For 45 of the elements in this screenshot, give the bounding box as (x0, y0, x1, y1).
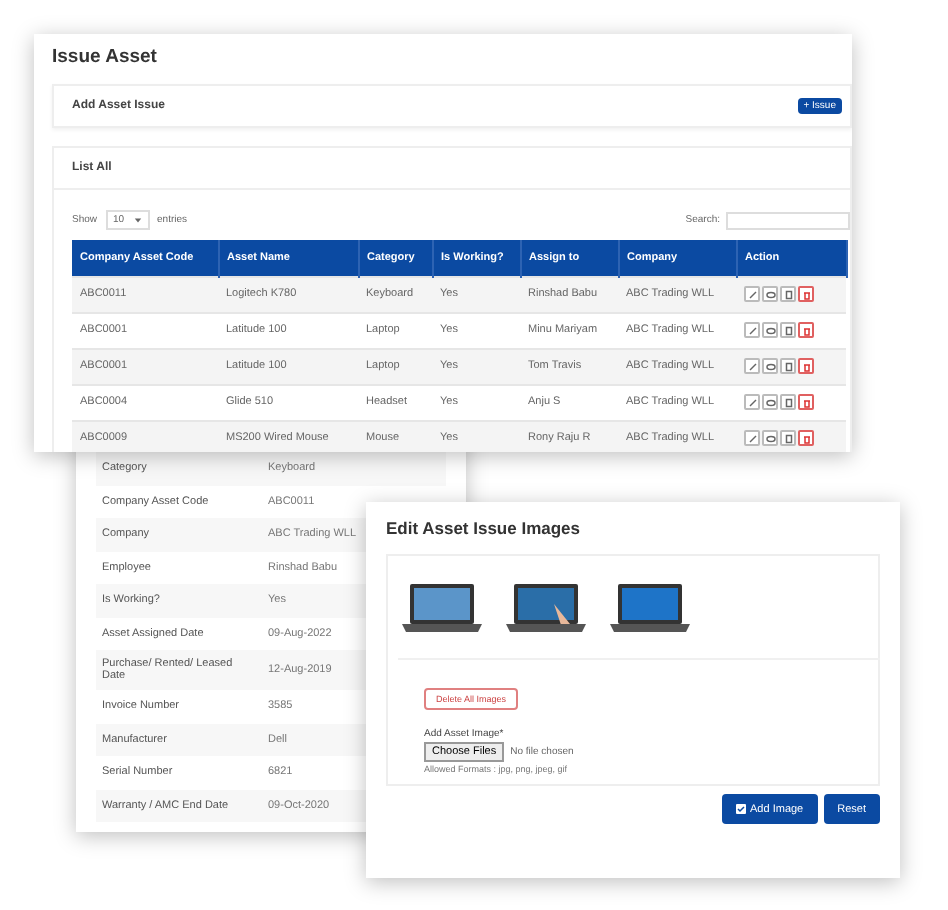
caret-icon (133, 216, 142, 224)
view-button[interactable] (762, 430, 778, 447)
search-field[interactable] (726, 211, 850, 229)
edit-button[interactable] (744, 430, 760, 447)
document-button[interactable] (780, 322, 796, 338)
document-icon (783, 325, 793, 335)
delete-icon (801, 397, 811, 407)
delete-icon (801, 325, 811, 335)
document-button[interactable] (780, 430, 796, 447)
edit-icon (747, 361, 757, 371)
delete-button[interactable] (798, 286, 814, 302)
dialog-title: Edit Asset Issue Images (386, 518, 583, 538)
view-icon (765, 433, 775, 444)
edit-button[interactable] (744, 394, 760, 410)
edit-icon (747, 325, 757, 335)
document-button[interactable] (780, 286, 796, 302)
document-icon (783, 289, 793, 299)
view-icon (765, 325, 775, 335)
view-icon (765, 289, 775, 299)
document-button[interactable] (780, 394, 796, 410)
view-button[interactable] (762, 322, 778, 338)
view-button[interactable] (762, 358, 778, 374)
delete-button[interactable] (798, 430, 814, 447)
edit-icon (747, 397, 757, 407)
view-icon (765, 397, 775, 407)
view-icon (765, 361, 775, 371)
edit-button[interactable] (744, 322, 760, 338)
delete-icon (801, 433, 811, 444)
edit-icon (747, 433, 757, 444)
edit-button[interactable] (744, 358, 760, 374)
edit-button[interactable] (744, 286, 760, 302)
document-button[interactable] (780, 358, 796, 374)
document-icon (783, 433, 793, 444)
view-button[interactable] (762, 394, 778, 410)
delete-icon (801, 361, 811, 371)
delete-icon (801, 289, 811, 299)
view-button[interactable] (762, 286, 778, 302)
document-icon (783, 361, 793, 371)
edit-icon (747, 289, 757, 299)
delete-button[interactable] (798, 358, 814, 374)
delete-button[interactable] (798, 394, 814, 410)
delete-button[interactable] (798, 322, 814, 338)
checkbox-icon (736, 804, 747, 814)
document-icon (783, 397, 793, 407)
page-title: Issue Asset (52, 46, 159, 68)
